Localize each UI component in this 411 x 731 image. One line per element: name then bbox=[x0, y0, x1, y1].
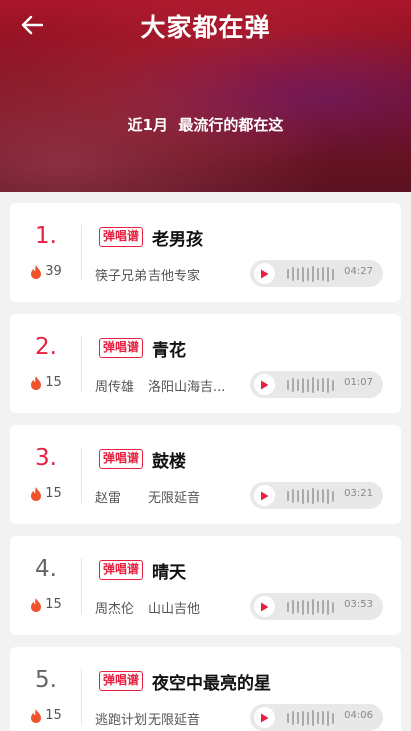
divider bbox=[81, 225, 82, 281]
heat-count: 15 bbox=[10, 375, 82, 390]
waveform-icon bbox=[287, 710, 334, 726]
duration: 03:53 bbox=[344, 599, 373, 610]
play-icon bbox=[261, 380, 269, 389]
play-icon bbox=[261, 602, 269, 611]
rank-number: 2. bbox=[35, 334, 57, 360]
play-button[interactable] bbox=[254, 707, 275, 728]
sheet-type-badge: 弹唱谱 bbox=[99, 560, 144, 580]
audio-player[interactable]: 03:21 bbox=[250, 482, 383, 509]
duration: 03:21 bbox=[344, 488, 373, 499]
sheet-type-badge: 弹唱谱 bbox=[99, 338, 144, 358]
heat-value: 15 bbox=[45, 708, 62, 723]
hero-banner: 大家都在弹 近1月 最流行的都在这 bbox=[0, 0, 411, 192]
heat-value: 39 bbox=[45, 264, 62, 279]
sheet-type-badge: 弹唱谱 bbox=[99, 449, 144, 469]
waveform-icon bbox=[287, 377, 334, 393]
heat-count: 15 bbox=[10, 597, 82, 612]
audio-player[interactable]: 03:53 bbox=[250, 593, 383, 620]
artist-name: 逃跑计划 bbox=[95, 713, 148, 728]
artist-name: 赵雷 bbox=[95, 491, 122, 506]
artist-name: 周传雄 bbox=[95, 380, 135, 395]
song-card[interactable]: 5. 15 弹唱谱 夜空中最亮的星 逃跑计划 无限延音 04:06 bbox=[10, 647, 401, 731]
waveform-icon bbox=[287, 599, 334, 615]
rank-number: 1. bbox=[35, 223, 57, 249]
divider bbox=[81, 558, 82, 614]
page-subtitle: 近1月 最流行的都在这 bbox=[127, 116, 284, 134]
play-icon bbox=[261, 269, 269, 278]
heat-count: 15 bbox=[10, 708, 82, 723]
waveform-icon bbox=[287, 266, 334, 282]
heat-value: 15 bbox=[45, 486, 62, 501]
song-card[interactable]: 2. 15 弹唱谱 青花 周传雄 洛阳山海吉... 01:07 bbox=[10, 314, 401, 413]
play-button[interactable] bbox=[254, 263, 275, 284]
audio-player[interactable]: 04:06 bbox=[250, 704, 383, 731]
song-card[interactable]: 3. 15 弹唱谱 鼓楼 赵雷 无限延音 03:21 bbox=[10, 425, 401, 524]
fire-icon bbox=[31, 264, 42, 279]
song-card[interactable]: 4. 15 弹唱谱 晴天 周杰伦 山山吉他 03:53 bbox=[10, 536, 401, 635]
song-title: 鼓楼 bbox=[152, 452, 186, 472]
fire-icon bbox=[31, 708, 42, 723]
heat-count: 15 bbox=[10, 486, 82, 501]
uploader-name: 吉他专家 bbox=[148, 269, 201, 284]
song-title: 青花 bbox=[152, 341, 186, 361]
uploader-name: 无限延音 bbox=[148, 491, 201, 506]
artist-name: 周杰伦 bbox=[95, 602, 135, 617]
rank-number: 3. bbox=[35, 445, 57, 471]
fire-icon bbox=[31, 375, 42, 390]
rank-number: 5. bbox=[35, 667, 57, 693]
sheet-type-badge: 弹唱谱 bbox=[99, 227, 144, 247]
song-title: 夜空中最亮的星 bbox=[152, 674, 271, 694]
rank-number: 4. bbox=[35, 556, 57, 582]
uploader-name: 山山吉他 bbox=[148, 602, 201, 617]
uploader-name: 无限延音 bbox=[148, 713, 201, 728]
play-icon bbox=[261, 491, 269, 500]
page-title: 大家都在弹 bbox=[140, 13, 271, 42]
song-list: 1. 39 弹唱谱 老男孩 筷子兄弟 吉他专家 04:27 2. 15 弹唱谱 … bbox=[10, 203, 401, 731]
duration: 01:07 bbox=[344, 377, 373, 388]
audio-player[interactable]: 04:27 bbox=[250, 260, 383, 287]
fire-icon bbox=[31, 486, 42, 501]
duration: 04:06 bbox=[344, 710, 373, 721]
heat-value: 15 bbox=[45, 597, 62, 612]
divider bbox=[81, 336, 82, 392]
play-icon bbox=[261, 713, 269, 722]
divider bbox=[81, 669, 82, 725]
play-button[interactable] bbox=[254, 374, 275, 395]
play-button[interactable] bbox=[254, 485, 275, 506]
heat-value: 15 bbox=[45, 375, 62, 390]
song-title: 晴天 bbox=[152, 563, 186, 583]
fire-icon bbox=[31, 597, 42, 612]
heat-count: 39 bbox=[10, 264, 82, 279]
song-title: 老男孩 bbox=[152, 230, 203, 250]
song-card[interactable]: 1. 39 弹唱谱 老男孩 筷子兄弟 吉他专家 04:27 bbox=[10, 203, 401, 302]
divider bbox=[81, 447, 82, 503]
audio-player[interactable]: 01:07 bbox=[250, 371, 383, 398]
play-button[interactable] bbox=[254, 596, 275, 617]
waveform-icon bbox=[287, 488, 334, 504]
duration: 04:27 bbox=[344, 266, 373, 277]
uploader-name: 洛阳山海吉... bbox=[148, 380, 226, 395]
artist-name: 筷子兄弟 bbox=[95, 269, 148, 284]
sheet-type-badge: 弹唱谱 bbox=[99, 671, 144, 691]
